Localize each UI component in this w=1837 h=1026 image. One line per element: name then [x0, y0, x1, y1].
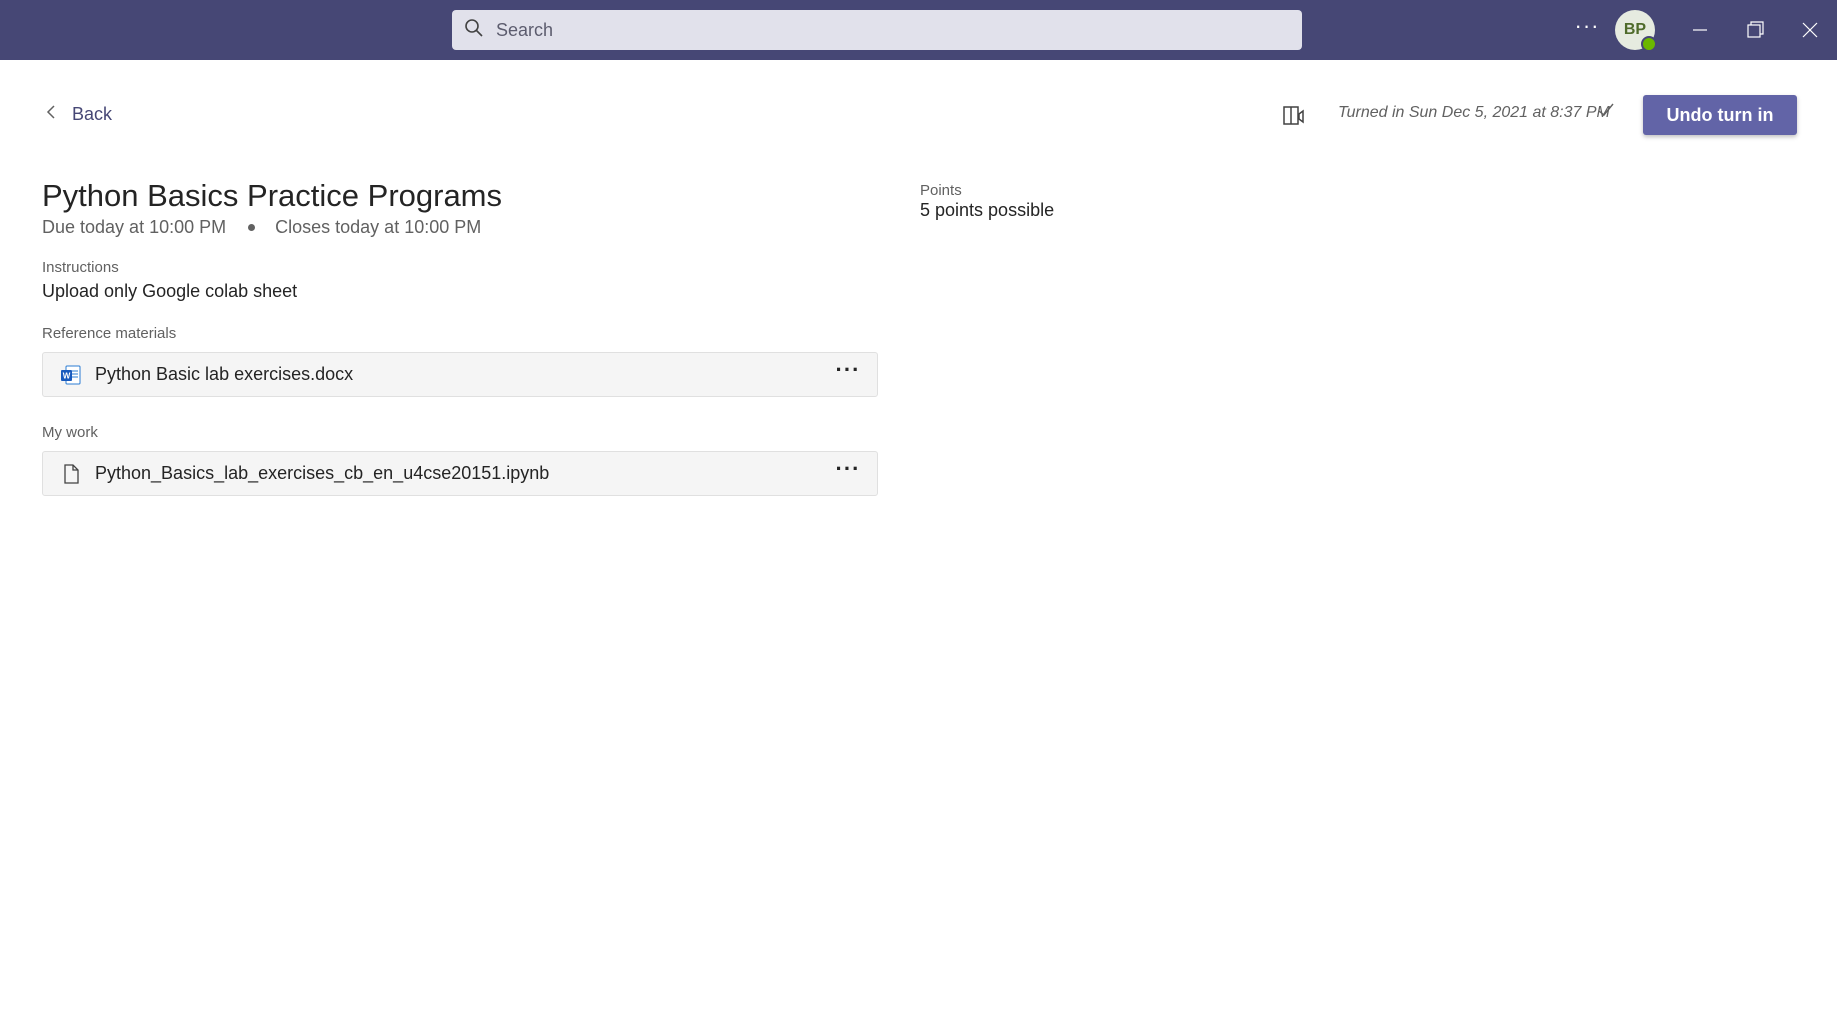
svg-text:W: W	[63, 371, 71, 380]
instructions-text: Upload only Google colab sheet	[42, 281, 298, 301]
close-date: Closes today at 10:00 PM	[275, 217, 482, 237]
reference-materials-label: Reference materials	[42, 325, 177, 342]
search-icon	[464, 18, 484, 43]
file-more-options-icon[interactable]: ···	[833, 457, 863, 489]
my-work-label: My work	[42, 424, 98, 441]
due-date: Due today at 10:00 PM	[42, 217, 227, 237]
restore-icon[interactable]	[1740, 15, 1770, 45]
assignment-dates: Due today at 10:00 PM Closes today at 10…	[42, 217, 481, 238]
title-bar: ··· BP	[0, 0, 1837, 60]
search-input[interactable]	[494, 18, 1258, 42]
back-button[interactable]: Back	[44, 104, 112, 125]
close-icon[interactable]	[1795, 15, 1825, 45]
checkmark-icon	[1596, 100, 1616, 120]
reference-file-name: Python Basic lab exercises.docx	[95, 364, 354, 384]
my-work-file-name: Python_Basics_lab_exercises_cb_en_u4cse2…	[95, 463, 550, 483]
generic-file-icon	[59, 462, 83, 486]
assignment-title: Python Basics Practice Programs	[42, 178, 503, 213]
presence-available-icon	[1641, 36, 1657, 52]
instructions-label: Instructions	[42, 259, 119, 276]
word-doc-icon: W	[59, 363, 83, 387]
search-box[interactable]	[452, 10, 1302, 50]
back-label: Back	[72, 104, 113, 124]
chevron-left-icon	[44, 104, 72, 125]
avatar-initials: BP	[1623, 21, 1647, 38]
file-more-options-icon[interactable]: ···	[833, 358, 863, 390]
minimize-icon[interactable]	[1685, 15, 1715, 45]
immersive-reader-icon[interactable]	[1282, 104, 1306, 128]
my-work-file-card[interactable]: Python_Basics_lab_exercises_cb_en_u4cse2…	[42, 451, 878, 496]
more-options-icon[interactable]: ···	[1572, 14, 1602, 44]
points-value: 5 points possible	[920, 200, 1055, 220]
undo-turn-in-button[interactable]: Undo turn in	[1643, 95, 1797, 135]
separator-dot	[248, 224, 256, 231]
avatar[interactable]: BP	[1615, 10, 1657, 52]
points-label: Points	[920, 182, 962, 199]
turned-in-status: Turned in Sun Dec 5, 2021 at 8:37 PM	[1338, 104, 1610, 121]
reference-file-card[interactable]: W Python Basic lab exercises.docx ···	[42, 352, 878, 397]
